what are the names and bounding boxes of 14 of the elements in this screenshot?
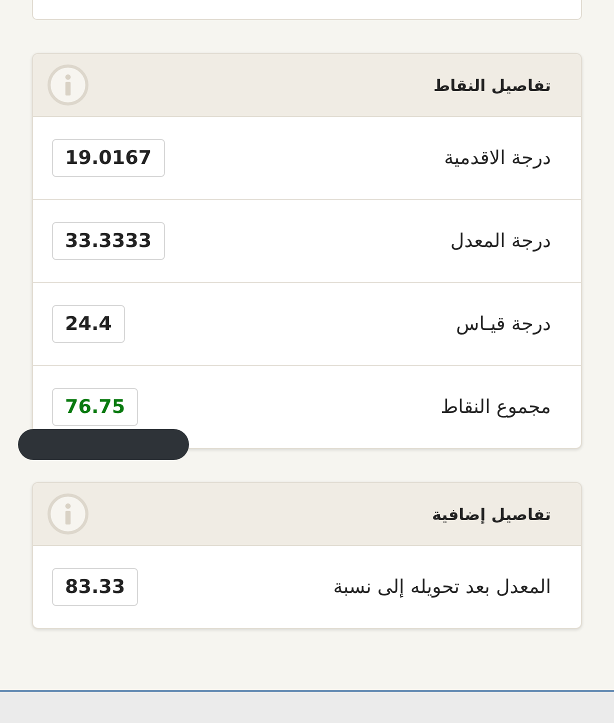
- field-label: درجة قيـاس: [456, 313, 551, 335]
- value-field: 33.3333: [52, 222, 165, 260]
- section-title: تفاصيل إضافية: [432, 504, 551, 524]
- value-field: 76.75: [52, 388, 138, 426]
- info-icon[interactable]: [47, 64, 89, 106]
- section-title: تفاصيل النقاط: [433, 76, 551, 94]
- field-label: المعدل بعد تحويله إلى نسبة: [333, 576, 551, 598]
- field-label: درجة المعدل: [450, 230, 551, 252]
- field-label: مجموع النقاط: [440, 396, 551, 418]
- info-icon[interactable]: [47, 493, 89, 535]
- value-field: 24.4: [52, 305, 125, 343]
- value-field: 83.33: [52, 568, 138, 606]
- value-field: 19.0167: [52, 139, 165, 177]
- field-label: درجة الاقدمية: [444, 147, 551, 169]
